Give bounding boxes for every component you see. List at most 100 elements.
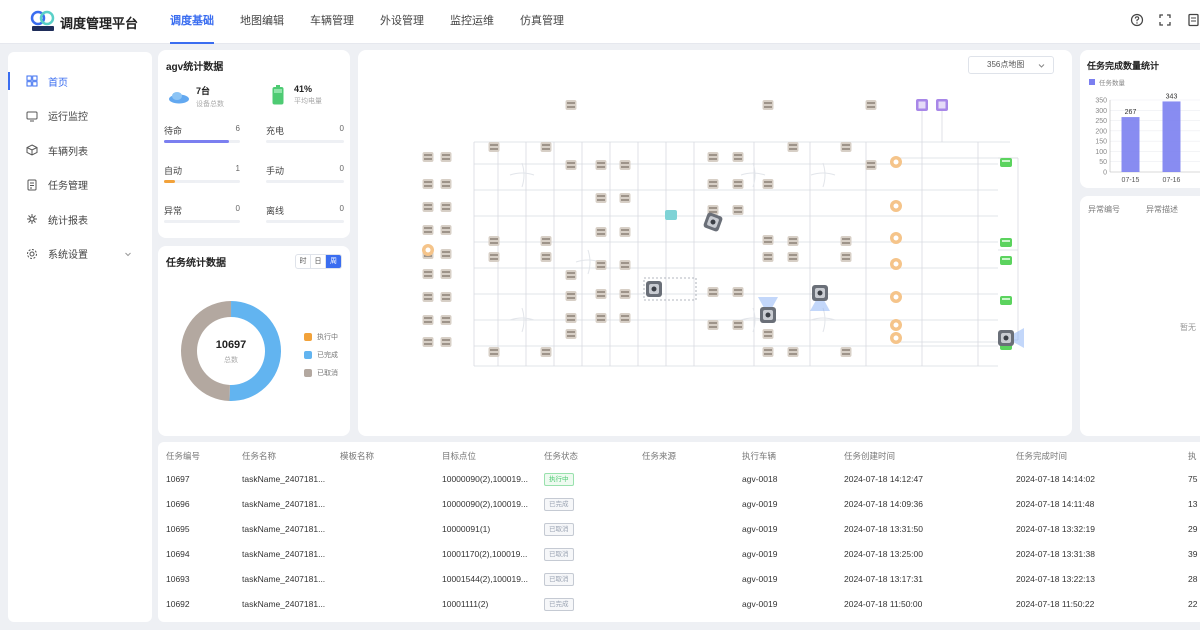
storage-station-icon[interactable]: [565, 329, 577, 339]
green-station-icon[interactable]: [1000, 296, 1012, 305]
storage-station-icon[interactable]: [732, 205, 744, 215]
storage-station-icon[interactable]: [422, 152, 434, 162]
storage-station-icon[interactable]: [488, 142, 500, 152]
storage-station-icon[interactable]: [787, 236, 799, 246]
agv-vehicle-icon[interactable]: [810, 285, 830, 311]
sidebar-item-0[interactable]: 首页: [8, 64, 152, 99]
storage-station-icon[interactable]: [762, 235, 774, 245]
period-toggle-1[interactable]: 日: [311, 255, 326, 268]
storage-station-icon[interactable]: [762, 347, 774, 357]
storage-station-icon[interactable]: [619, 289, 631, 299]
period-toggle-2[interactable]: 周: [326, 255, 341, 268]
nav-tab-3[interactable]: 外设管理: [380, 0, 424, 44]
document-icon[interactable]: [1186, 13, 1200, 27]
table-row[interactable]: 10694 taskName_2407181... 10001170(2),1000…: [158, 543, 1200, 568]
purple-station-icon[interactable]: [936, 99, 948, 111]
storage-station-icon[interactable]: [565, 313, 577, 323]
table-row[interactable]: 10692 taskName_2407181... 10001111(2) 已完成 ag…: [158, 593, 1200, 618]
storage-station-icon[interactable]: [565, 160, 577, 170]
sidebar-item-1[interactable]: 运行监控: [8, 99, 152, 134]
sidebar-item-2[interactable]: 车辆列表: [8, 133, 152, 168]
storage-station-icon[interactable]: [422, 292, 434, 302]
nav-tab-5[interactable]: 仿真管理: [520, 0, 564, 44]
period-toggle-0[interactable]: 时: [296, 255, 311, 268]
storage-station-icon[interactable]: [540, 236, 552, 246]
storage-station-icon[interactable]: [787, 252, 799, 262]
storage-station-icon[interactable]: [595, 160, 607, 170]
storage-station-icon[interactable]: [840, 236, 852, 246]
storage-station-icon[interactable]: [732, 287, 744, 297]
storage-station-icon[interactable]: [595, 227, 607, 237]
nav-tab-2[interactable]: 车辆管理: [310, 0, 354, 44]
storage-station-icon[interactable]: [595, 260, 607, 270]
sidebar-item-4[interactable]: 统计报表: [8, 202, 152, 237]
storage-station-icon[interactable]: [422, 315, 434, 325]
green-station-icon[interactable]: [1000, 238, 1012, 247]
storage-station-icon[interactable]: [540, 347, 552, 357]
purple-station-icon[interactable]: [916, 99, 928, 111]
storage-station-icon[interactable]: [840, 347, 852, 357]
storage-station-icon[interactable]: [440, 292, 452, 302]
storage-station-icon[interactable]: [707, 320, 719, 330]
storage-station-icon[interactable]: [565, 291, 577, 301]
storage-station-icon[interactable]: [619, 193, 631, 203]
storage-station-icon[interactable]: [732, 179, 744, 189]
storage-station-icon[interactable]: [732, 320, 744, 330]
storage-station-icon[interactable]: [440, 152, 452, 162]
help-icon[interactable]: [1130, 13, 1144, 27]
fullscreen-icon[interactable]: [1158, 13, 1172, 27]
orange-station-icon[interactable]: [890, 200, 902, 212]
orange-station-icon[interactable]: [890, 232, 902, 244]
storage-station-icon[interactable]: [865, 160, 877, 170]
nav-tab-0[interactable]: 调度基础: [170, 0, 214, 44]
orange-station-icon[interactable]: [422, 244, 434, 256]
agv-vehicle-icon[interactable]: [998, 328, 1024, 348]
storage-station-icon[interactable]: [619, 160, 631, 170]
orange-station-icon[interactable]: [890, 291, 902, 303]
storage-station-icon[interactable]: [440, 249, 452, 259]
green-station-icon[interactable]: [1000, 256, 1012, 265]
storage-station-icon[interactable]: [595, 193, 607, 203]
storage-station-icon[interactable]: [422, 269, 434, 279]
storage-station-icon[interactable]: [619, 260, 631, 270]
storage-station-icon[interactable]: [540, 252, 552, 262]
orange-station-icon[interactable]: [890, 332, 902, 344]
table-row[interactable]: 10693 taskName_2407181... 10001544(2),1000…: [158, 568, 1200, 593]
storage-station-icon[interactable]: [787, 347, 799, 357]
storage-station-icon[interactable]: [488, 252, 500, 262]
storage-station-icon[interactable]: [865, 100, 877, 110]
storage-station-icon[interactable]: [762, 100, 774, 110]
sidebar-item-3[interactable]: 任务管理: [8, 168, 152, 203]
storage-station-icon[interactable]: [787, 142, 799, 152]
warehouse-map[interactable]: [358, 50, 1072, 436]
storage-station-icon[interactable]: [619, 227, 631, 237]
storage-station-icon[interactable]: [565, 270, 577, 280]
storage-station-icon[interactable]: [422, 202, 434, 212]
storage-station-icon[interactable]: [422, 337, 434, 347]
agv-vehicle-icon[interactable]: [646, 281, 662, 297]
storage-station-icon[interactable]: [540, 142, 552, 152]
storage-station-icon[interactable]: [762, 329, 774, 339]
nav-tab-1[interactable]: 地图编辑: [240, 0, 284, 44]
nav-tab-4[interactable]: 监控运维: [450, 0, 494, 44]
storage-station-icon[interactable]: [440, 225, 452, 235]
storage-station-icon[interactable]: [440, 269, 452, 279]
storage-station-icon[interactable]: [762, 252, 774, 262]
storage-station-icon[interactable]: [488, 347, 500, 357]
storage-station-icon[interactable]: [707, 179, 719, 189]
storage-station-icon[interactable]: [840, 252, 852, 262]
table-row[interactable]: 10697 taskName_2407181... 10000090(2),1000…: [158, 468, 1200, 493]
storage-station-icon[interactable]: [422, 225, 434, 235]
table-row[interactable]: 10695 taskName_2407181... 10000091(1) 已取消 ag…: [158, 518, 1200, 543]
storage-station-icon[interactable]: [488, 236, 500, 246]
agv-vehicle-icon[interactable]: [758, 297, 778, 323]
map-panel[interactable]: 356点地图: [358, 50, 1072, 436]
orange-station-icon[interactable]: [890, 156, 902, 168]
orange-station-icon[interactable]: [890, 258, 902, 270]
table-row[interactable]: 10696 taskName_2407181... 10000090(2),1000…: [158, 493, 1200, 518]
storage-station-icon[interactable]: [440, 337, 452, 347]
storage-station-icon[interactable]: [840, 142, 852, 152]
storage-station-icon[interactable]: [440, 202, 452, 212]
storage-station-icon[interactable]: [565, 100, 577, 110]
storage-station-icon[interactable]: [619, 313, 631, 323]
